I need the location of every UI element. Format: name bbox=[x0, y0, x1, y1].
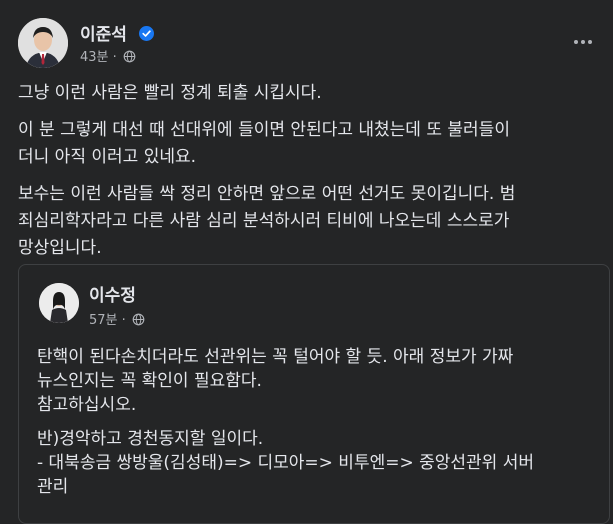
globe-icon[interactable] bbox=[132, 313, 145, 326]
more-options-icon[interactable] bbox=[568, 30, 598, 54]
author-name-text[interactable]: 이준석 bbox=[80, 25, 127, 45]
shared-author-avatar[interactable] bbox=[39, 283, 79, 323]
shared-post-time[interactable]: 57분 bbox=[89, 313, 118, 328]
post-line: 더니 아직 이러고 있네요. bbox=[18, 147, 197, 167]
post-paragraph: 그냥 이런 사람은 빨리 정계 퇴출 시킵시다. bbox=[18, 80, 602, 107]
shared-line: 참고하십시오. bbox=[37, 395, 137, 415]
shared-post-body: 탄핵이 된다손치더라도 선관위는 꼭 털어야 할 듯. 아래 정보가 가짜 뉴스… bbox=[37, 345, 597, 509]
post-time[interactable]: 43분 bbox=[80, 50, 109, 65]
post-header: 이준석 43분 · bbox=[18, 18, 598, 70]
shared-post-card[interactable]: 이수정 57분 · 탄핵이 된다손치더라도 선관위는 꼭 털어야 할 듯. 아래… bbox=[18, 264, 610, 524]
post-paragraph: 이 분 그렇게 대선 때 선대위에 들이면 안된다고 내쳤는데 또 불러들이 더… bbox=[18, 117, 602, 171]
shared-line: 탄핵이 된다손치더라도 선관위는 꼭 털어야 할 듯. 아래 정보가 가짜 bbox=[37, 347, 514, 367]
shared-line: 반)경악하고 경천동지할 일이다. bbox=[37, 429, 264, 449]
post-line: 망상입니다. bbox=[18, 238, 102, 258]
shared-paragraph: 반)경악하고 경천동지할 일이다. - 대북송금 쌍방울(김성태)=> 디모아=… bbox=[37, 427, 597, 499]
author-name[interactable]: 이준석 bbox=[80, 20, 154, 45]
author-avatar-photo bbox=[18, 18, 68, 68]
post-line: 이 분 그렇게 대선 때 선대위에 들이면 안된다고 내쳤는데 또 불러들이 bbox=[18, 120, 510, 140]
facebook-post: 이준석 43분 · 그냥 이런 사람은 빨리 정계 퇴출 시킵시다. 이 분 그… bbox=[0, 0, 613, 524]
shared-paragraph: 탄핵이 된다손치더라도 선관위는 꼭 털어야 할 듯. 아래 정보가 가짜 뉴스… bbox=[37, 345, 597, 417]
shared-post-meta: 57분 · bbox=[89, 309, 145, 328]
post-meta: 43분 · bbox=[80, 46, 136, 65]
post-line: 죄심리학자라고 다른 사람 심리 분석하시러 티비에 나오는데 스스로가 bbox=[18, 211, 510, 231]
meta-separator: · bbox=[112, 50, 117, 65]
post-line: 보수는 이런 사람들 싹 정리 안하면 앞으로 어떤 선거도 못이깁니다. 범 bbox=[18, 184, 516, 204]
post-body: 그냥 이런 사람은 빨리 정계 퇴출 시킵시다. 이 분 그렇게 대선 때 선대… bbox=[18, 80, 602, 272]
shared-line: 관리 bbox=[37, 477, 69, 497]
shared-author-avatar-photo bbox=[39, 283, 79, 323]
author-avatar[interactable] bbox=[18, 18, 68, 68]
globe-icon[interactable] bbox=[123, 50, 136, 63]
post-paragraph: 보수는 이런 사람들 싹 정리 안하면 앞으로 어떤 선거도 못이깁니다. 범 … bbox=[18, 181, 602, 262]
meta-separator: · bbox=[121, 313, 126, 328]
shared-author-name[interactable]: 이수정 bbox=[89, 281, 136, 306]
post-line: 그냥 이런 사람은 빨리 정계 퇴출 시킵시다. bbox=[18, 83, 322, 103]
verified-badge-icon bbox=[138, 26, 154, 41]
shared-line: - 대북송금 쌍방울(김성태)=> 디모아=> 비투엔=> 중앙선관위 서버 bbox=[37, 453, 535, 473]
shared-line: 뉴스인지는 꼭 확인이 필요함다. bbox=[37, 371, 262, 391]
